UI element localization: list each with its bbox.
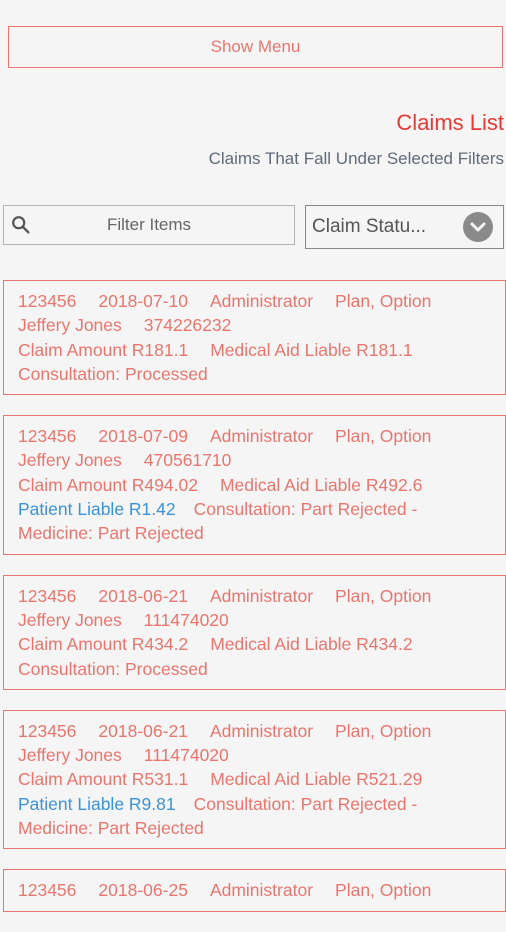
claim-amount-row: Claim Amount R494.02 Medical Aid Liable R…	[18, 473, 505, 497]
claim-status-select[interactable]: Claim Statu...	[305, 205, 504, 249]
medical-aid-liable: Medical Aid Liable R181.1	[210, 339, 413, 360]
patient-liable: Patient Liable R9.81	[18, 793, 176, 814]
claim-plan: Plan, Option	[335, 720, 432, 741]
claim-card[interactable]: 123456 2018-07-10 Administrator Plan, Optio…	[3, 280, 506, 396]
claim-id: 123456	[18, 426, 77, 447]
claim-patient-row: Jeffery Jones 111474020	[18, 743, 505, 767]
claim-role: Administrator	[209, 585, 314, 606]
claim-status: Consultation: Processed	[18, 363, 208, 384]
claim-card[interactable]: 123456 2018-06-21 Administrator Plan, Optio…	[3, 709, 506, 850]
claim-patient: Jeffery Jones	[18, 315, 122, 336]
claim-status-row: Patient Liable R9.81 Consultation: Part R…	[18, 792, 505, 816]
claim-amount: Claim Amount R494.02	[18, 474, 198, 495]
claim-status: Consultation: Part Rejected -	[193, 499, 418, 520]
claim-role: Administrator	[209, 880, 314, 901]
claim-amount-row: Claim Amount R434.2 Medical Aid Liable R4…	[18, 632, 505, 656]
claim-id: 123456	[18, 585, 77, 606]
claim-header-row: 123456 2018-07-10 Administrator Plan, Optio…	[18, 289, 505, 313]
claim-patient-row: Jeffery Jones 111474020	[18, 608, 505, 632]
claim-patient: Jeffery Jones	[18, 609, 122, 630]
claim-header-row: 123456 2018-06-25 Administrator Plan, Optio…	[18, 878, 505, 902]
claim-amount-row: Claim Amount R181.1 Medical Aid Liable R1…	[18, 338, 505, 362]
claim-role: Administrator	[209, 720, 314, 741]
claim-status-row: Consultation: Processed	[18, 362, 505, 386]
search-icon	[12, 216, 30, 234]
claim-header-row: 123456 2018-07-09 Administrator Plan, Optio…	[18, 424, 505, 448]
claim-status-row: Patient Liable R1.42 Consultation: Part R…	[18, 497, 505, 521]
claims-list: 123456 2018-07-10 Administrator Plan, Optio…	[3, 280, 506, 932]
page-subtitle: Claims That Fall Under Selected Filters	[208, 149, 504, 168]
claim-status-row: Consultation: Processed	[18, 657, 505, 681]
patient-liable: Patient Liable R1.42	[18, 499, 176, 520]
chevron-down-icon	[463, 212, 493, 242]
claim-plan: Plan, Option	[335, 291, 432, 311]
medical-aid-liable: Medical Aid Liable R492.6	[219, 474, 423, 495]
claim-date: 2018-07-10	[98, 291, 188, 311]
claim-amount: Claim Amount R181.1	[18, 339, 189, 360]
claim-number: 111474020	[143, 609, 229, 630]
filter-field[interactable]	[3, 205, 295, 245]
filter-input[interactable]	[42, 214, 256, 236]
claim-patient-row: Jeffery Jones 374226232	[18, 313, 505, 337]
claim-header-row: 123456 2018-06-21 Administrator Plan, Optio…	[18, 584, 505, 608]
claim-id: 123456	[18, 720, 77, 741]
claim-amount: Claim Amount R531.1	[18, 769, 189, 790]
claim-amount: Claim Amount R434.2	[18, 634, 189, 655]
claim-status-label: Claim Statu...	[312, 216, 427, 237]
page-title: Claims List	[396, 110, 504, 135]
claim-patient: Jeffery Jones	[18, 450, 122, 471]
claim-role: Administrator	[209, 291, 314, 311]
claim-plan: Plan, Option	[335, 585, 432, 606]
claim-status: Consultation: Part Rejected -	[193, 793, 418, 814]
claim-patient: Jeffery Jones	[18, 745, 122, 766]
claim-date: 2018-06-21	[98, 585, 188, 606]
claim-status-row-2: Medicine: Part Rejected	[18, 816, 505, 840]
claim-status-continued: Medicine: Part Rejected	[18, 818, 204, 839]
claim-number: 470561710	[143, 450, 232, 471]
claim-plan: Plan, Option	[335, 426, 432, 447]
claim-header-row: 123456 2018-06-21 Administrator Plan, Optio…	[18, 719, 505, 743]
medical-aid-liable: Medical Aid Liable R434.2	[210, 634, 413, 655]
claim-card[interactable]: 123456 2018-06-21 Administrator Plan, Optio…	[3, 574, 506, 690]
claim-date: 2018-06-25	[98, 880, 188, 901]
claim-role: Administrator	[209, 426, 314, 447]
claim-amount-row: Claim Amount R531.1 Medical Aid Liable R5…	[18, 767, 505, 791]
claim-date: 2018-06-21	[98, 720, 188, 741]
claim-card[interactable]: 123456 2018-07-09 Administrator Plan, Optio…	[3, 415, 506, 555]
claim-id: 123456	[18, 880, 77, 901]
claim-status: Consultation: Processed	[18, 658, 208, 679]
claim-number: 111474020	[143, 745, 229, 766]
claim-plan: Plan, Option	[335, 880, 432, 901]
show-menu-button[interactable]: Show Menu	[8, 26, 503, 68]
claim-date: 2018-07-09	[98, 426, 188, 447]
claim-card[interactable]: 123456 2018-06-25 Administrator Plan, Optio…	[3, 869, 506, 912]
medical-aid-liable: Medical Aid Liable R521.29	[210, 769, 423, 790]
claim-status-continued: Medicine: Part Rejected	[18, 523, 204, 544]
claim-patient-row: Jeffery Jones 470561710	[18, 448, 505, 472]
claim-id: 123456	[18, 291, 77, 311]
claim-status-row-2: Medicine: Part Rejected	[18, 521, 505, 545]
claim-number: 374226232	[143, 315, 232, 336]
